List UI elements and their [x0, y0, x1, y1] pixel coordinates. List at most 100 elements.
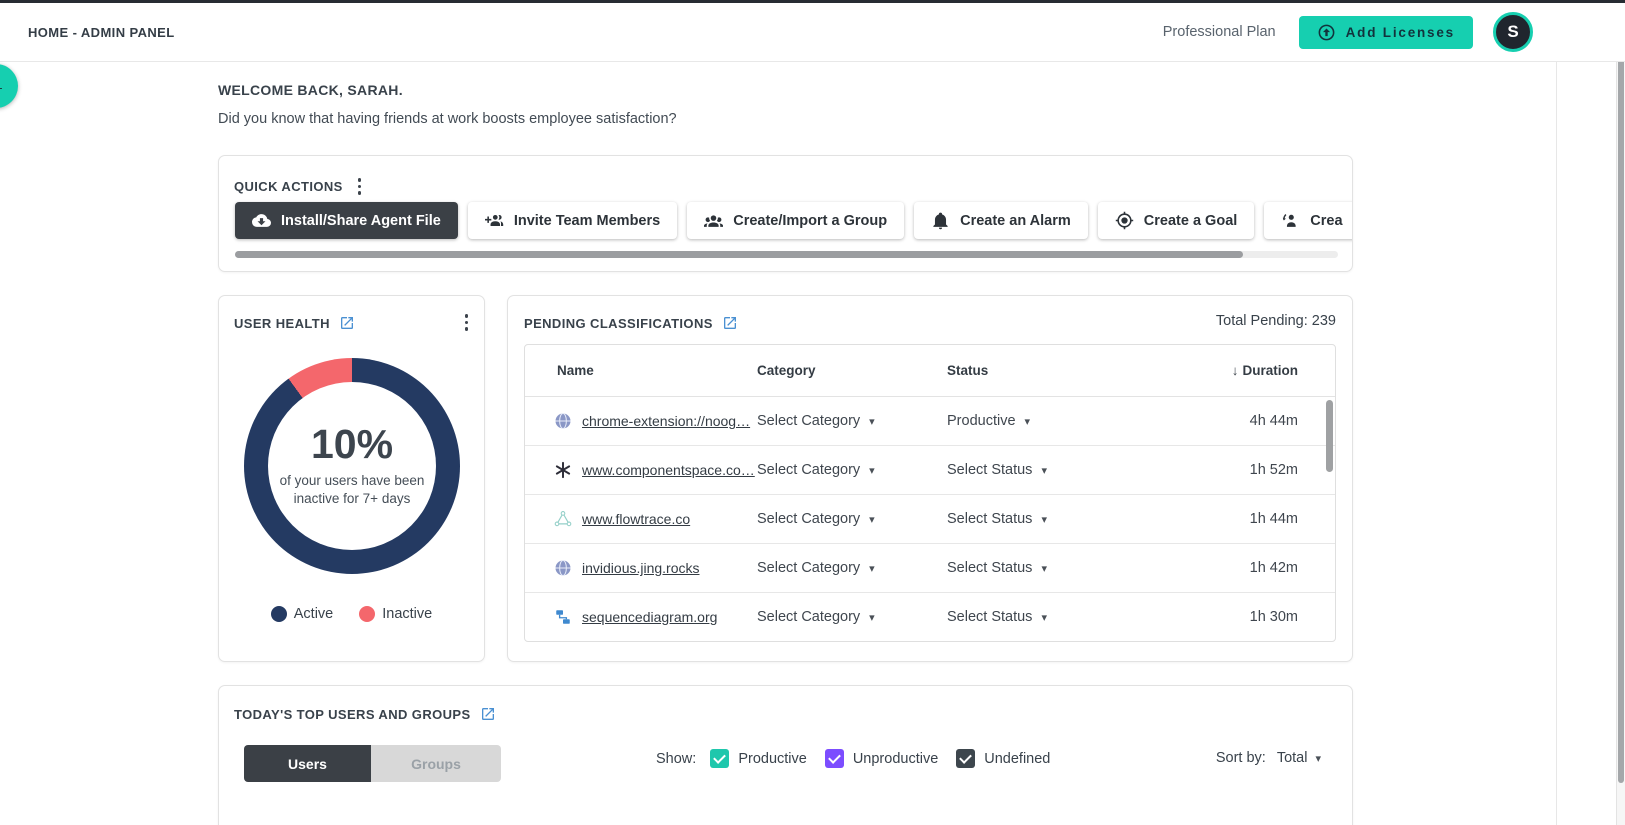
user-health-donut: 10% of your users have been inactive for…: [244, 358, 460, 574]
table-row: invidious.jing.rocks Select Category ▾ Se…: [525, 544, 1335, 593]
filter-undefined: Undefined: [956, 749, 1050, 768]
welcome-heading: WELCOME BACK, SARAH.: [218, 82, 403, 98]
show-filters: Show: Productive Unproductive Undefined: [656, 749, 1050, 768]
person-add-icon: [484, 214, 504, 227]
page-scrollbar[interactable]: [1616, 3, 1625, 825]
quick-actions-title: QUICK ACTIONS: [234, 178, 343, 194]
install-share-agent-button[interactable]: Install/Share Agent File: [235, 202, 458, 239]
productive-checkbox[interactable]: [710, 749, 730, 768]
pending-table: Name Category Status ↓ Duration chrome-ex…: [524, 344, 1336, 642]
category-select[interactable]: Select Category ▾: [757, 609, 875, 625]
site-link[interactable]: www.componentspace.co…: [582, 462, 755, 478]
create-goal-button[interactable]: Create a Goal: [1097, 202, 1255, 239]
chevron-down-icon: ▾: [1041, 611, 1047, 624]
duration-value: 1h 44m: [1249, 511, 1298, 527]
diagram-favicon: [556, 610, 570, 624]
people-icon: [704, 215, 724, 227]
quick-actions-scrollbar-thumb[interactable]: [235, 251, 1243, 258]
open-in-new-icon[interactable]: [480, 706, 496, 722]
column-header-duration[interactable]: ↓ Duration: [1137, 363, 1335, 378]
site-link[interactable]: chrome-extension://noog…: [582, 413, 750, 429]
table-row: chrome-extension://noog… Select Category…: [525, 397, 1335, 446]
total-pending-count: Total Pending: 239: [1215, 313, 1336, 329]
page-scrollbar-thumb[interactable]: [1618, 9, 1624, 783]
pending-title: PENDING CLASSIFICATIONS: [524, 315, 713, 331]
table-scrollbar-thumb[interactable]: [1326, 400, 1333, 472]
chevron-down-icon: ▾: [1315, 752, 1321, 765]
cloud-download-icon: [252, 214, 271, 227]
active-legend-dot: [270, 606, 287, 622]
duration-value: 1h 30m: [1249, 609, 1298, 625]
chevron-down-icon: ▾: [1041, 513, 1047, 526]
user-health-card: USER HEALTH 10% of your users have been …: [218, 295, 485, 662]
inactive-percent: 10%: [310, 420, 394, 467]
bell-icon: [933, 212, 948, 230]
column-header-category[interactable]: Category: [757, 363, 947, 378]
site-link[interactable]: sequencediagram.org: [582, 609, 717, 625]
quick-actions-menu-button[interactable]: [352, 174, 368, 199]
page-title: HOME - ADMIN PANEL: [28, 24, 175, 40]
site-link[interactable]: www.flowtrace.co: [582, 511, 690, 527]
plan-label: Professional Plan: [1162, 24, 1276, 40]
add-licenses-label: Add Licenses: [1345, 24, 1455, 40]
status-select[interactable]: Productive ▾: [947, 413, 1030, 429]
sort-descending-icon: ↓: [1231, 363, 1239, 378]
topbar-right: Professional Plan Add Licenses S: [1163, 12, 1533, 52]
filter-productive: Productive: [710, 749, 807, 768]
tab-users[interactable]: Users: [244, 745, 371, 782]
duration-value: 4h 44m: [1249, 413, 1298, 429]
status-select[interactable]: Select Status ▾: [947, 511, 1047, 527]
chevron-down-icon: ▾: [869, 513, 875, 526]
content-right-divider: [1556, 62, 1557, 825]
create-alarm-button[interactable]: Create an Alarm: [914, 202, 1088, 239]
status-select[interactable]: Select Status ▾: [947, 462, 1047, 478]
top-users-title-row: TODAY'S TOP USERS AND GROUPS: [234, 706, 496, 722]
pending-title-row: PENDING CLASSIFICATIONS: [524, 315, 738, 331]
sidebar-collapse-button[interactable]: ←: [0, 64, 18, 108]
show-label: Show:: [656, 750, 697, 767]
table-header-row: Name Category Status ↓ Duration: [525, 345, 1335, 397]
chevron-down-icon: ▾: [869, 415, 875, 428]
column-header-name[interactable]: Name: [525, 363, 757, 378]
chevron-down-icon: ▾: [869, 464, 875, 477]
status-select[interactable]: Select Status ▾: [947, 609, 1047, 625]
chevron-down-icon: ▾: [1024, 415, 1031, 428]
quick-actions-card: QUICK ACTIONS Install/Share Agent File I…: [218, 155, 1353, 272]
quick-actions-title-row: QUICK ACTIONS: [234, 174, 367, 199]
category-select[interactable]: Select Category ▾: [757, 560, 875, 576]
unproductive-checkbox[interactable]: [824, 749, 844, 768]
chevron-down-icon: ▾: [1041, 562, 1047, 575]
sort-by-control: Sort by: Total ▾: [1216, 750, 1321, 766]
tab-groups[interactable]: Groups: [371, 745, 501, 782]
invite-team-members-button[interactable]: Invite Team Members: [467, 202, 678, 239]
status-select[interactable]: Select Status ▾: [947, 560, 1047, 576]
undefined-checkbox[interactable]: [956, 749, 976, 768]
snowflake-favicon: [555, 461, 571, 479]
category-select[interactable]: Select Category ▾: [757, 511, 875, 527]
user-health-donut-center: 10% of your users have been inactive for…: [268, 382, 436, 550]
category-select[interactable]: Select Category ▾: [757, 462, 875, 478]
molecule-favicon: [554, 511, 572, 527]
column-header-status[interactable]: Status: [947, 363, 1137, 378]
inactive-legend-dot: [359, 606, 376, 622]
quick-actions-scrollbar[interactable]: [235, 251, 1338, 258]
quick-actions-buttons: Install/Share Agent File Invite Team Mem…: [235, 202, 1352, 239]
open-in-new-icon[interactable]: [339, 315, 355, 331]
table-row: sequencediagram.org Select Category ▾ Sel…: [525, 593, 1335, 641]
chevron-down-icon: ▾: [1041, 464, 1047, 477]
sort-by-select[interactable]: Total ▾: [1277, 750, 1321, 766]
create-import-group-button[interactable]: Create/Import a Group: [687, 202, 905, 239]
create-truncated-button[interactable]: Crea: [1264, 202, 1352, 239]
target-icon: [1115, 211, 1134, 230]
avatar[interactable]: S: [1493, 12, 1533, 52]
top-users-card: TODAY'S TOP USERS AND GROUPS Users Group…: [218, 685, 1353, 825]
site-link[interactable]: invidious.jing.rocks: [582, 560, 700, 576]
category-select[interactable]: Select Category ▾: [757, 413, 875, 429]
open-in-new-icon[interactable]: [722, 315, 738, 331]
filter-unproductive: Unproductive: [824, 749, 938, 768]
user-health-menu-button[interactable]: [459, 310, 475, 335]
globe-favicon: [555, 412, 571, 430]
welcome-subtext: Did you know that having friends at work…: [218, 111, 677, 127]
add-licenses-button[interactable]: Add Licenses: [1298, 15, 1473, 49]
duration-value: 1h 42m: [1249, 560, 1298, 576]
